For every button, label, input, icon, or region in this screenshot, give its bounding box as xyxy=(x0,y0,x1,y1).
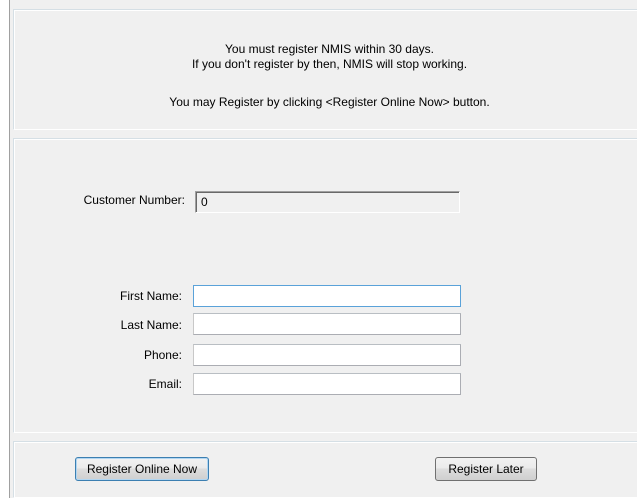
register-later-button[interactable]: Register Later xyxy=(435,457,537,481)
email-field[interactable] xyxy=(193,373,461,395)
message-line-3: You may Register by clicking <Register O… xyxy=(169,95,490,109)
customer-number-label: Customer Number: xyxy=(83,193,185,207)
first-name-label: First Name: xyxy=(119,289,182,303)
email-label: Email: xyxy=(148,377,182,391)
last-name-label: Last Name: xyxy=(120,318,182,332)
first-name-field[interactable] xyxy=(193,285,461,307)
register-online-now-button[interactable]: Register Online Now xyxy=(75,457,209,481)
phone-label: Phone: xyxy=(143,348,182,362)
message-line-1: You must register NMIS within 30 days. xyxy=(225,42,434,56)
last-name-field[interactable] xyxy=(193,313,461,335)
message-line-2: If you don't register by then, NMIS will… xyxy=(191,57,468,71)
customer-number-field[interactable] xyxy=(195,191,460,213)
phone-field[interactable] xyxy=(193,344,461,366)
